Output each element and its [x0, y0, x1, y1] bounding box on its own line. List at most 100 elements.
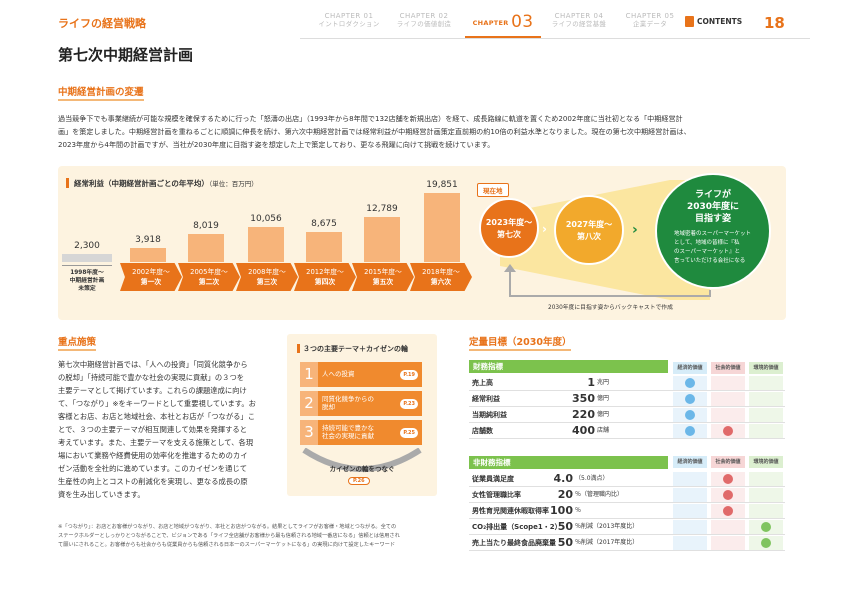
- value-cell: [749, 392, 783, 406]
- flower-icon: [761, 522, 771, 532]
- page-title: 第七次中期経営計画: [58, 46, 194, 64]
- value-cell: [749, 488, 783, 502]
- theme-card-people[interactable]: 1 人への投資 P.19: [300, 362, 422, 387]
- target-row: 男性育児関連休暇取得率 100 ％: [469, 503, 785, 519]
- tab-chapter-05[interactable]: CHAPTER 05 企業データ: [620, 12, 680, 38]
- value-cell: [673, 392, 707, 406]
- value-cell: [711, 520, 745, 534]
- contents-icon[interactable]: [685, 16, 694, 27]
- section-heading-focus: 重点施策: [58, 334, 97, 351]
- paragraph-line: 考えています。また、主要テーマを支える施策として、各現: [58, 438, 254, 447]
- tab-chapter-name: ライフの価値創造: [396, 20, 452, 28]
- tab-chapter-label: CHAPTER 05: [625, 12, 675, 20]
- plan-arrow-5: 2015年度～ 第五次: [352, 263, 414, 291]
- target-unit: ％削減（2017年度比）: [575, 539, 639, 546]
- nonfinancial-header: 非財務指標: [469, 456, 668, 469]
- value-cell: [749, 376, 783, 390]
- vision-title-line: ライフが: [694, 190, 731, 200]
- plan-arrow-4: 2012年度～ 第四次: [294, 263, 356, 291]
- paragraph-line: 第七次中期経営計画では、「人への投資」「同質化競争から: [58, 360, 248, 369]
- target-value: 100: [550, 504, 573, 517]
- plan-name: 第二次: [198, 278, 220, 286]
- plan-arrow-1: 2002年度～ 第一次: [120, 263, 182, 291]
- profit-bar: [424, 192, 460, 262]
- target-label: 従業員満足度: [472, 475, 514, 483]
- profit-bar: [188, 233, 224, 262]
- value-cell: [711, 536, 745, 550]
- col-economic: 経済的価値: [673, 456, 707, 468]
- tab-chapter-02[interactable]: CHAPTER 02 ライフの価値創造: [390, 12, 458, 38]
- plan-year: 2015年度～: [364, 268, 402, 276]
- target-label: 女性管理職比率: [472, 491, 521, 499]
- target-row: 経常利益 350 億円: [469, 391, 785, 407]
- target-unit: ％削減（2013年度比）: [575, 523, 639, 530]
- theme-number: 3: [300, 420, 318, 445]
- plan-name: 第六次: [430, 278, 452, 286]
- paragraph-line: 過当競争下でも事業継続が可能な規模を確保するために行った「怒濤の出店」（1993…: [58, 114, 683, 123]
- col-social: 社会的価値: [711, 362, 745, 374]
- plan-name: 第一次: [140, 278, 162, 286]
- tab-chapter-03[interactable]: CHAPTER 03: [465, 12, 541, 38]
- plan-name: 第三次: [256, 278, 278, 286]
- tab-chapter-name: ライフの経営基盤: [551, 20, 607, 28]
- value-cell: [749, 408, 783, 422]
- vision-desc-line: 地域密着のスーパーマーケット: [674, 231, 751, 237]
- base-period-label: 1998年度～ 中期経営計画 未策定: [62, 265, 112, 293]
- tab-chapter-04[interactable]: CHAPTER 04 ライフの経営基盤: [545, 12, 613, 38]
- target-value: 350: [572, 392, 595, 405]
- value-cell: [673, 504, 707, 518]
- value-cell: [711, 504, 745, 518]
- paragraph-line: て、「つながり」※をキーワードとして重要視しています。お: [58, 399, 256, 408]
- vision-title-line: 2030年度に: [686, 202, 740, 212]
- chart-title: 経常利益（中期経営計画ごとの年平均）（単位：百万円）: [74, 179, 258, 188]
- target-value: 220: [572, 408, 595, 421]
- target-unit: ％（管理職内比）: [575, 491, 624, 498]
- page-ref-link[interactable]: P.25: [400, 428, 418, 438]
- transition-paragraph: 過当競争下でも事業継続が可能な規模を確保するために行った「怒濤の出店」（1993…: [58, 112, 788, 151]
- value-cell: [711, 392, 745, 406]
- chevron-right-icon: ›: [632, 222, 638, 238]
- paragraph-line: ゼン活動を全社的に進めています。このカイゼンを通じて: [58, 464, 247, 473]
- value-cell: [673, 424, 707, 438]
- target-row: 女性管理職比率 20 ％（管理職内比）: [469, 487, 785, 503]
- tab-chapter-01[interactable]: CHAPTER 01 イントロダクション: [315, 12, 383, 38]
- target-value: 50: [557, 536, 573, 549]
- target-row: 当期純利益 220 億円: [469, 407, 785, 423]
- target-unit: 兆円: [597, 379, 610, 386]
- flower-icon: [723, 506, 733, 516]
- paragraph-line: 場において業務や経費使用の効率化を推進するためのカイ: [58, 451, 248, 460]
- backcast-caption: 2030年度に目指す姿からバックキャストで作成: [548, 305, 673, 311]
- themes-title-marker: [297, 344, 300, 353]
- section-heading-transition: 中期経営計画の変遷: [58, 84, 144, 101]
- contents-link[interactable]: CONTENTS: [697, 17, 742, 26]
- target-label: 当期純利益: [472, 411, 507, 419]
- paragraph-line: とで、３つの主要テーマが相互関連して効果を発揮すると: [58, 425, 247, 434]
- financial-header: 財務指標: [469, 360, 668, 373]
- bar-value-label: 2,300: [74, 240, 100, 251]
- chart-unit: （単位：百万円）: [208, 180, 258, 188]
- target-unit: 店舗: [597, 427, 610, 434]
- value-cell: [673, 408, 707, 422]
- target-value: 1: [587, 376, 595, 389]
- value-cell: [749, 536, 783, 550]
- plan-arrow-2: 2005年度～ 第二次: [178, 263, 240, 291]
- target-row: 店舗数 400 店舗: [469, 423, 785, 439]
- theme-card-sustainability[interactable]: 3 持続可能で豊かな 社会の実現に貢献 P.25: [300, 420, 422, 445]
- target-value: 20: [557, 488, 573, 501]
- plan-name: 第五次: [372, 278, 394, 286]
- plan-arrow-6: 2018年度～ 第六次: [410, 263, 472, 291]
- profit-bar: [306, 231, 342, 262]
- header-divider: [300, 38, 810, 39]
- page-ref-link[interactable]: P.26: [348, 477, 370, 485]
- vision-desc-line: のスーパーマーケット』と: [674, 249, 740, 255]
- theme-card-differentiation[interactable]: 2 同質化競争からの 脱却 P.23: [300, 391, 422, 416]
- tab-chapter-label: CHAPTER: [472, 19, 509, 27]
- paragraph-line: 2023年度から4年間の計画ですが、当社が2030年度に目指す姿を想定した上で策…: [58, 140, 495, 149]
- value-cell: [711, 376, 745, 390]
- plan-name: 第四次: [314, 278, 336, 286]
- plan-year: 2005年度～: [190, 268, 228, 276]
- page-ref-link[interactable]: P.19: [400, 370, 418, 380]
- value-cell: [711, 424, 745, 438]
- value-cell: [673, 376, 707, 390]
- page-ref-link[interactable]: P.23: [400, 399, 418, 409]
